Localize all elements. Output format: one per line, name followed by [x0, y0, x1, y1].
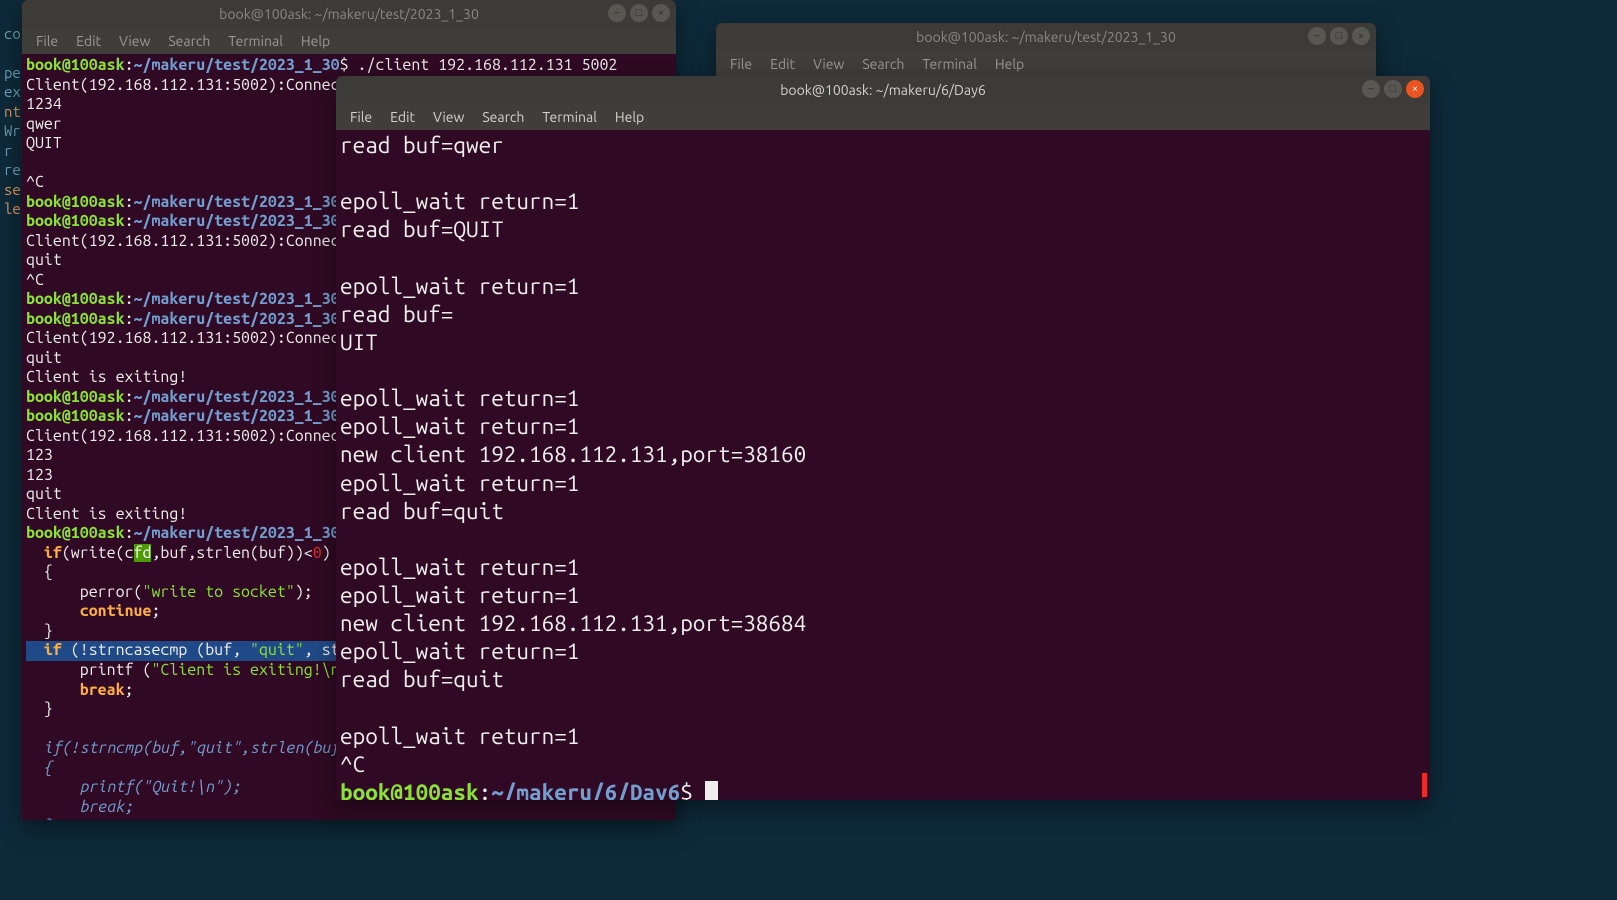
prompt-path: ~/makeru/test/2023_1_30 — [134, 56, 340, 74]
window-title: book@100ask: ~/makeru/6/Day6 — [780, 82, 986, 98]
menu-view[interactable]: View — [805, 54, 852, 74]
terminal-window-3-active: book@100ask: ~/makeru/6/Day6 – □ × File … — [336, 76, 1430, 800]
menu-edit[interactable]: Edit — [382, 107, 423, 127]
menu-terminal[interactable]: Terminal — [534, 107, 605, 127]
menu-help[interactable]: Help — [987, 54, 1032, 74]
cursor — [705, 781, 718, 800]
menu-terminal[interactable]: Terminal — [914, 54, 985, 74]
close-icon[interactable]: × — [1406, 80, 1424, 98]
prompt-path: ~/makeru/6/Day6 — [491, 780, 680, 800]
menu-help[interactable]: Help — [293, 31, 338, 51]
window-title: book@100ask: ~/makeru/test/2023_1_30 — [219, 6, 479, 22]
menu-search[interactable]: Search — [474, 107, 532, 127]
window-title: book@100ask: ~/makeru/test/2023_1_30 — [916, 29, 1176, 45]
prompt-user: book@100ask — [26, 56, 125, 74]
menu-terminal[interactable]: Terminal — [220, 31, 291, 51]
menu-view[interactable]: View — [111, 31, 158, 51]
titlebar[interactable]: book@100ask: ~/makeru/6/Day6 – □ × — [336, 76, 1430, 104]
titlebar[interactable]: book@100ask: ~/makeru/test/2023_1_30 – □… — [716, 23, 1376, 51]
menu-help[interactable]: Help — [607, 107, 652, 127]
close-icon[interactable]: × — [1352, 27, 1370, 45]
menu-edit[interactable]: Edit — [762, 54, 803, 74]
menubar: File Edit View Search Terminal Help — [716, 51, 1376, 77]
close-icon[interactable]: × — [652, 4, 670, 22]
maximize-icon[interactable]: □ — [1330, 27, 1348, 45]
maximize-icon[interactable]: □ — [1384, 80, 1402, 98]
menubar: File Edit View Search Terminal Help — [336, 104, 1430, 130]
menubar: File Edit View Search Terminal Help — [22, 28, 676, 54]
menu-file[interactable]: File — [342, 107, 380, 127]
menu-edit[interactable]: Edit — [68, 31, 109, 51]
scrollbar-indicator[interactable] — [1422, 773, 1427, 797]
minimize-icon[interactable]: – — [608, 4, 626, 22]
minimize-icon[interactable]: – — [1308, 27, 1326, 45]
menu-file[interactable]: File — [28, 31, 66, 51]
terminal-body[interactable]: read buf=qwer epoll_wait return=1 read b… — [336, 130, 1430, 800]
maximize-icon[interactable]: □ — [630, 4, 648, 22]
menu-search[interactable]: Search — [854, 54, 912, 74]
titlebar[interactable]: book@100ask: ~/makeru/test/2023_1_30 – □… — [22, 0, 676, 28]
minimize-icon[interactable]: – — [1362, 80, 1380, 98]
prompt-user: book@100ask — [340, 780, 479, 800]
menu-view[interactable]: View — [425, 107, 472, 127]
menu-search[interactable]: Search — [160, 31, 218, 51]
menu-file[interactable]: File — [722, 54, 760, 74]
